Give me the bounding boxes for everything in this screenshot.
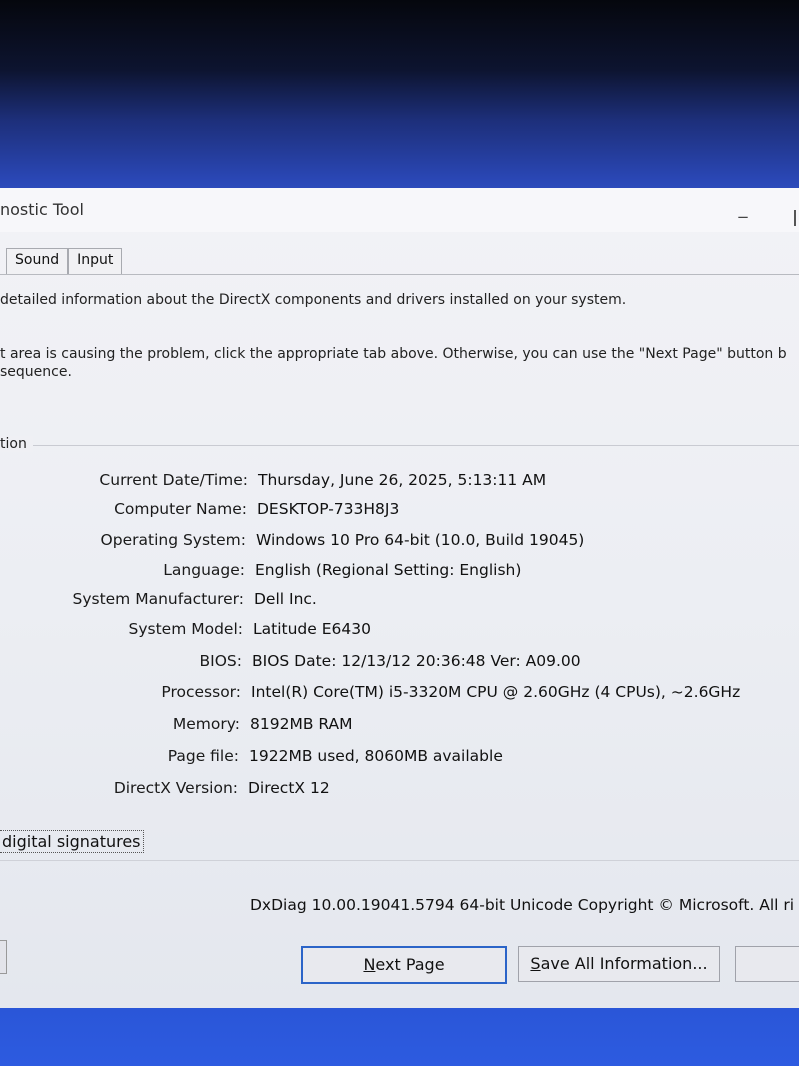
- info-label: BIOS:: [199, 652, 242, 670]
- info-row-operating-system: Operating System: Windows 10 Pro 64-bit (…: [0, 531, 585, 555]
- intro-text-line-1: detailed information about the DirectX c…: [0, 292, 627, 308]
- info-value: DESKTOP-733H8J3: [257, 500, 400, 518]
- info-value: Thursday, June 26, 2025, 5:13:11 AM: [258, 471, 547, 489]
- info-row-processor: Processor: Intel(R) Core(TM) i5-3320M CPU…: [0, 683, 740, 707]
- title-bar[interactable]: nostic Tool _: [0, 188, 799, 232]
- tab-strip: Sound Input: [0, 248, 123, 274]
- info-value: 8192MB RAM: [250, 715, 353, 733]
- info-label: DirectX Version:: [113, 779, 238, 797]
- info-label: System Manufacturer:: [72, 590, 244, 608]
- version-copyright-text: DxDiag 10.00.19041.5794 64-bit Unicode C…: [250, 896, 795, 914]
- info-label: System Model:: [128, 620, 244, 638]
- info-label: Memory:: [172, 715, 240, 733]
- info-row-computer-name: Computer Name: DESKTOP-733H8J3: [0, 500, 399, 524]
- info-row-memory: Memory: 8192MB RAM: [0, 715, 353, 739]
- exit-button[interactable]: [735, 946, 799, 982]
- save-all-information-button[interactable]: Save All Information...: [518, 946, 720, 982]
- system-information-group-label: tion: [0, 436, 33, 452]
- info-label: Language:: [163, 561, 245, 579]
- info-label: Computer Name:: [114, 500, 247, 518]
- info-value: 1922MB used, 8060MB available: [249, 747, 503, 765]
- window-title: nostic Tool: [0, 200, 84, 219]
- info-value: Dell Inc.: [254, 590, 317, 608]
- help-button[interactable]: [0, 940, 7, 974]
- info-value: Intel(R) Core(TM) i5-3320M CPU @ 2.60GHz…: [251, 683, 741, 701]
- info-value: Windows 10 Pro 64-bit (10.0, Build 19045…: [256, 531, 585, 549]
- taskbar: [0, 1008, 799, 1066]
- tab-divider: [0, 274, 799, 275]
- intro-text-line-2: t area is causing the problem, click the…: [0, 346, 787, 362]
- info-row-directx-version: DirectX Version: DirectX 12: [0, 779, 330, 803]
- maximize-icon[interactable]: [794, 210, 796, 226]
- tab-sound[interactable]: Sound: [6, 248, 69, 274]
- info-label: Processor:: [161, 683, 241, 701]
- info-value: Latitude E6430: [253, 620, 371, 638]
- dxdiag-window: nostic Tool _ Sound Input detailed infor…: [0, 188, 799, 1008]
- info-row-system-model: System Model: Latitude E6430: [0, 620, 371, 644]
- next-page-button[interactable]: Next Page: [301, 946, 507, 984]
- minimize-icon[interactable]: _: [728, 198, 758, 222]
- info-value: DirectX 12: [248, 779, 330, 797]
- info-value: BIOS Date: 12/13/12 20:36:48 Ver: A09.00: [252, 652, 581, 670]
- desktop-screen: nostic Tool _ Sound Input detailed infor…: [0, 0, 799, 1066]
- separator-line: [0, 860, 799, 861]
- tab-input[interactable]: Input: [68, 248, 123, 274]
- info-row-system-manufacturer: System Manufacturer: Dell Inc.: [0, 590, 317, 614]
- info-label: Page file:: [167, 747, 239, 765]
- intro-text-line-3: sequence.: [0, 364, 72, 380]
- info-row-page-file: Page file: 1922MB used, 8060MB available: [0, 747, 503, 771]
- group-box-line: [30, 445, 799, 446]
- digital-signatures-checkbox[interactable]: digital signatures: [0, 830, 144, 853]
- info-row-bios: BIOS: BIOS Date: 12/13/12 20:36:48 Ver: A…: [0, 652, 581, 676]
- info-label: Operating System:: [100, 531, 246, 549]
- info-label: Current Date/Time:: [99, 471, 248, 489]
- info-row-language: Language: English (Regional Setting: Engl…: [0, 561, 521, 585]
- info-row-date-time: Current Date/Time: Thursday, June 26, 202…: [0, 471, 546, 495]
- info-value: English (Regional Setting: English): [255, 561, 522, 579]
